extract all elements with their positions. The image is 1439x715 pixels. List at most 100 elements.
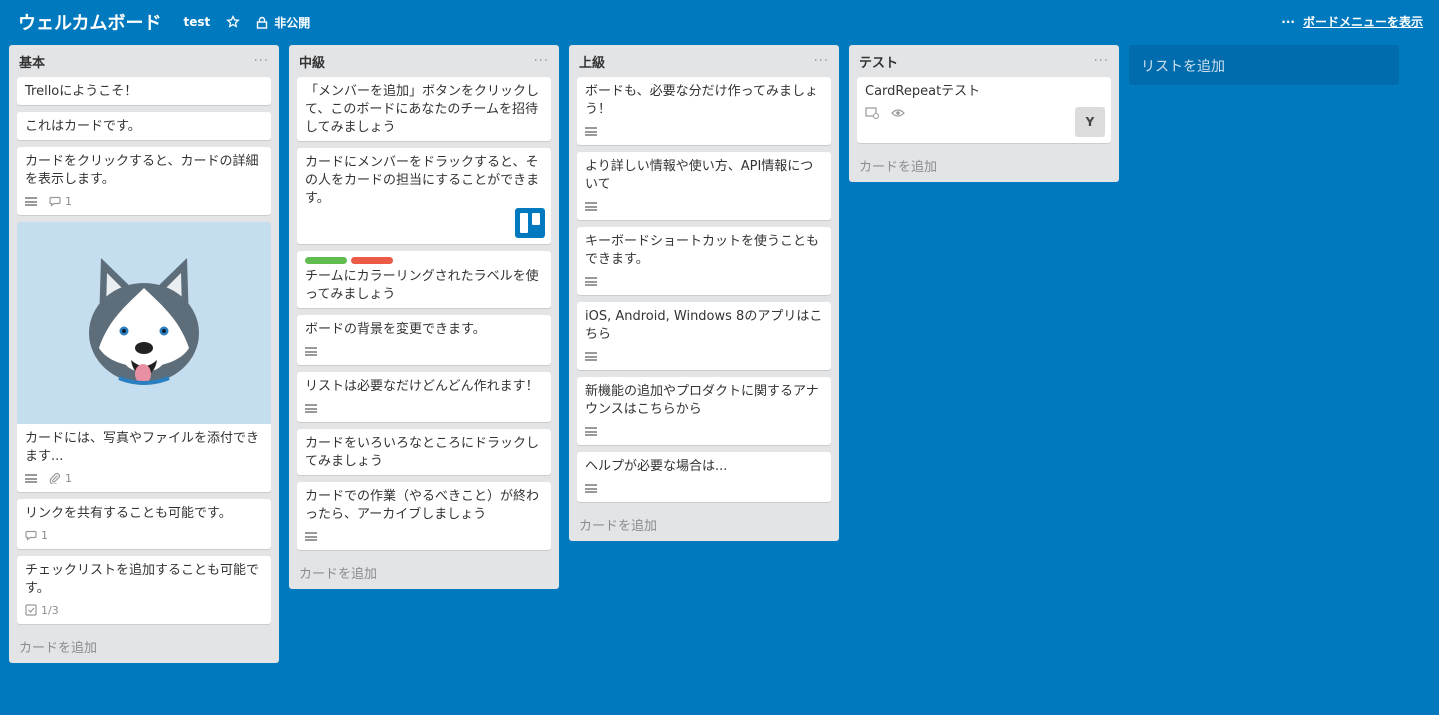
attachment-icon bbox=[49, 472, 61, 484]
card-title: キーボードショートカットを使うこともできます。 bbox=[585, 234, 820, 267]
card-title: リンクを共有することも可能です。 bbox=[25, 506, 232, 521]
card-title: 新機能の追加やプロダクトに関するアナウンスはこちらから bbox=[585, 384, 819, 417]
card[interactable]: リンクを共有することも可能です。 1 bbox=[17, 499, 271, 549]
add-card-button[interactable]: カードを追加 bbox=[857, 150, 1111, 175]
card[interactable]: リストは必要なだけどんどん作れます！ bbox=[297, 372, 551, 422]
description-icon bbox=[585, 483, 597, 493]
visibility-label: 非公開 bbox=[274, 15, 311, 30]
card[interactable]: Trelloにようこそ！ bbox=[17, 77, 271, 105]
card-title: カードにメンバーをドラックすると、その人をカードの担当にすることができます。 bbox=[305, 155, 540, 206]
list-menu-icon[interactable]: ··· bbox=[534, 54, 549, 69]
list-title[interactable]: 中級 bbox=[299, 52, 325, 71]
list-menu-icon[interactable]: ··· bbox=[1094, 54, 1109, 69]
card-badges bbox=[305, 526, 543, 546]
description-icon bbox=[305, 403, 317, 413]
description-icon bbox=[585, 126, 597, 136]
card[interactable]: チェックリストを追加することも可能です。 1/3 bbox=[17, 556, 271, 624]
label-red[interactable] bbox=[351, 257, 393, 264]
card-title: ボードも、必要な分だけ作ってみましょう！ bbox=[585, 84, 818, 117]
card-badges: 1 bbox=[25, 468, 263, 488]
card-badges: 1 bbox=[25, 191, 263, 211]
list-header: テスト ··· bbox=[857, 45, 1111, 77]
repeat-icon bbox=[865, 107, 879, 119]
card-badges bbox=[865, 103, 1103, 123]
list-title[interactable]: 基本 bbox=[19, 52, 45, 71]
card[interactable]: カードでの作業（やるべきこと）が終わったら、アーカイブしましょう bbox=[297, 482, 551, 550]
board-menu-link[interactable]: ボードメニューを表示 bbox=[1303, 13, 1423, 30]
visibility-button[interactable]: 非公開 bbox=[256, 14, 310, 31]
card-cover-image bbox=[17, 222, 271, 424]
list-header: 中級 ··· bbox=[297, 45, 551, 77]
add-card-button[interactable]: カードを追加 bbox=[17, 631, 271, 656]
card[interactable]: カードをクリックすると、カードの詳細を表示します。 1 bbox=[17, 147, 271, 215]
card-title: カードをいろいろなところにドラックしてみましょう bbox=[305, 436, 540, 469]
list-advanced[interactable]: 上級 ··· ボードも、必要な分だけ作ってみましょう！ より詳しい情報や使い方、… bbox=[569, 45, 839, 541]
card-badges bbox=[585, 478, 823, 498]
card[interactable]: ボードも、必要な分だけ作ってみましょう！ bbox=[577, 77, 831, 145]
card[interactable]: ボードの背景を変更できます。 bbox=[297, 315, 551, 365]
board-menu-toggle[interactable]: ··· ボードメニューを表示 bbox=[1281, 13, 1423, 30]
list-menu-icon[interactable]: ··· bbox=[814, 54, 829, 69]
add-card-button[interactable]: カードを追加 bbox=[577, 509, 831, 534]
list-basic[interactable]: 基本 ··· Trelloにようこそ！ これはカードです。 カードをクリックする… bbox=[9, 45, 279, 663]
card-title: チームにカラーリングされたラベルを使ってみましょう bbox=[305, 269, 539, 302]
add-list-button[interactable]: リストを追加 bbox=[1129, 45, 1399, 85]
member-avatar[interactable]: Y bbox=[1075, 107, 1105, 137]
card[interactable]: カードをいろいろなところにドラックしてみましょう bbox=[297, 429, 551, 475]
card-badges bbox=[585, 421, 823, 441]
list-header: 基本 ··· bbox=[17, 45, 271, 77]
list-title[interactable]: テスト bbox=[859, 52, 898, 71]
comment-icon bbox=[25, 530, 37, 541]
board-header: ウェルカムボード test 非公開 ··· ボードメニューを表示 bbox=[0, 0, 1439, 44]
list-title[interactable]: 上級 bbox=[579, 52, 605, 71]
card-badges bbox=[585, 121, 823, 141]
description-icon bbox=[25, 473, 37, 483]
card[interactable]: カードには、写真やファイルを添付できます... 1 bbox=[17, 222, 271, 492]
star-icon bbox=[226, 15, 241, 28]
more-icon: ··· bbox=[1281, 14, 1295, 29]
trello-logo-icon bbox=[515, 208, 545, 238]
comment-count: 1 bbox=[65, 194, 72, 208]
card-title: ボードの背景を変更できます。 bbox=[305, 322, 486, 337]
card-title: ヘルプが必要な場合は... bbox=[585, 459, 728, 474]
card-badges bbox=[585, 271, 823, 291]
card-title: リストは必要なだけどんどん作れます！ bbox=[305, 379, 539, 394]
card-badges bbox=[305, 398, 543, 418]
team-button[interactable]: test bbox=[183, 15, 210, 29]
board-title[interactable]: ウェルカムボード bbox=[18, 9, 161, 35]
attachment-count: 1 bbox=[65, 471, 72, 485]
description-icon bbox=[585, 201, 597, 211]
card-title: CardRepeatテスト bbox=[865, 84, 981, 99]
card-badges: 1 bbox=[25, 525, 263, 545]
card-badges bbox=[585, 346, 823, 366]
description-icon bbox=[585, 351, 597, 361]
card[interactable]: チームにカラーリングされたラベルを使ってみましょう bbox=[297, 251, 551, 308]
checklist-progress: 1/3 bbox=[41, 603, 59, 617]
card[interactable]: より詳しい情報や使い方、API情報について bbox=[577, 152, 831, 220]
card[interactable]: ヘルプが必要な場合は... bbox=[577, 452, 831, 502]
description-icon bbox=[585, 426, 597, 436]
label-green[interactable] bbox=[305, 257, 347, 264]
card-title: Trelloにようこそ！ bbox=[25, 84, 138, 99]
checklist-icon bbox=[25, 604, 37, 616]
comment-icon bbox=[49, 196, 61, 207]
card-title: カードでの作業（やるべきこと）が終わったら、アーカイブしましょう bbox=[305, 489, 540, 522]
card[interactable]: カードにメンバーをドラックすると、その人をカードの担当にすることができます。 bbox=[297, 148, 551, 244]
card[interactable]: 新機能の追加やプロダクトに関するアナウンスはこちらから bbox=[577, 377, 831, 445]
card-badges bbox=[305, 341, 543, 361]
list-menu-icon[interactable]: ··· bbox=[254, 54, 269, 69]
card[interactable]: キーボードショートカットを使うこともできます。 bbox=[577, 227, 831, 295]
card[interactable]: 「メンバーを追加」ボタンをクリックして、このボードにあなたのチームを招待してみま… bbox=[297, 77, 551, 141]
card[interactable]: CardRepeatテスト Y bbox=[857, 77, 1111, 143]
star-button[interactable] bbox=[226, 15, 241, 29]
lock-icon bbox=[257, 16, 268, 29]
card-title: より詳しい情報や使い方、API情報について bbox=[585, 159, 814, 192]
card[interactable]: iOS, Android, Windows 8のアプリはこちら bbox=[577, 302, 831, 370]
description-icon bbox=[25, 196, 37, 206]
list-test[interactable]: テスト ··· CardRepeatテスト Y カードを追加 bbox=[849, 45, 1119, 182]
watch-eye-icon bbox=[891, 109, 905, 117]
card-badges: 1/3 bbox=[25, 600, 263, 620]
card[interactable]: これはカードです。 bbox=[17, 112, 271, 140]
add-card-button[interactable]: カードを追加 bbox=[297, 557, 551, 582]
list-intermediate[interactable]: 中級 ··· 「メンバーを追加」ボタンをクリックして、このボードにあなたのチーム… bbox=[289, 45, 559, 589]
